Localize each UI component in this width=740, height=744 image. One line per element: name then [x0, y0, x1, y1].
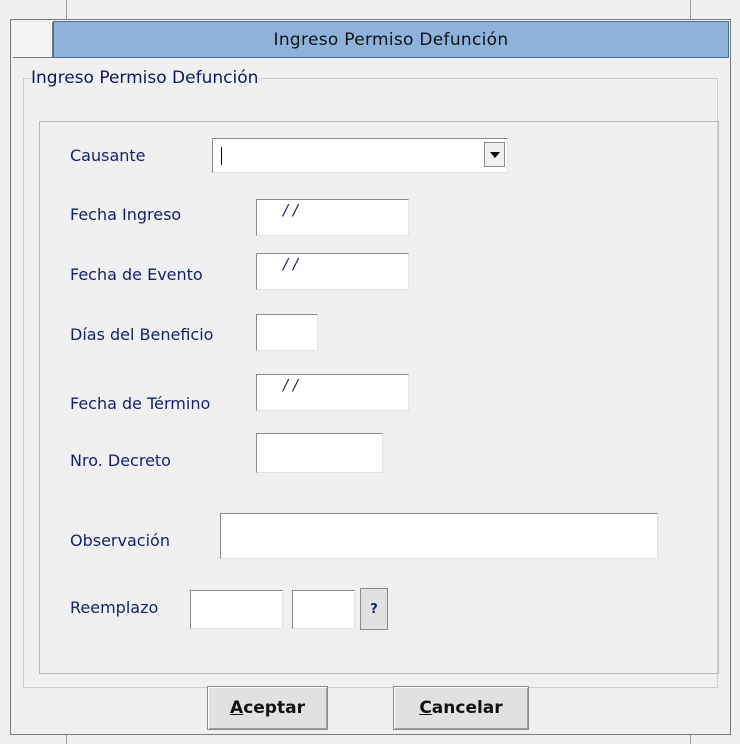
causante-combobox[interactable]: [212, 138, 508, 173]
fecha-evento-field[interactable]: / /: [256, 253, 409, 290]
titlebar-system-area[interactable]: [13, 22, 53, 58]
background-gridline: [690, 0, 691, 19]
reemplazo-field-2[interactable]: [292, 590, 355, 629]
dialog-window: Ingreso Permiso Defunción Ingreso Permis…: [10, 19, 731, 735]
chevron-down-icon: [489, 151, 500, 158]
fecha-ingreso-field[interactable]: / /: [256, 199, 409, 236]
aceptar-accelerator: A: [230, 698, 244, 718]
dias-beneficio-field[interactable]: [256, 314, 318, 351]
fecha-evento-label: Fecha de Evento: [70, 265, 203, 284]
text-cursor: [221, 147, 222, 165]
cancelar-accelerator: C: [419, 698, 432, 718]
group-title: Ingreso Permiso Defunción: [31, 68, 261, 88]
reemplazo-label: Reemplazo: [70, 598, 159, 617]
nro-decreto-field[interactable]: [256, 433, 383, 473]
causante-label: Causante: [70, 146, 146, 165]
fecha-ingreso-label: Fecha Ingreso: [70, 205, 182, 224]
cancelar-button[interactable]: Cancelar: [393, 686, 529, 730]
reemplazo-field-1[interactable]: [190, 590, 283, 629]
observacion-field[interactable]: [220, 513, 658, 559]
dias-beneficio-label: Días del Beneficio: [70, 325, 214, 344]
causante-dropdown-button[interactable]: [484, 142, 505, 167]
cancelar-label: ancelar: [431, 698, 503, 718]
fecha-termino-field[interactable]: / /: [256, 374, 409, 411]
aceptar-button[interactable]: Aceptar: [207, 686, 328, 730]
nro-decreto-label: Nro. Decreto: [70, 451, 171, 470]
observacion-label: Observación: [70, 531, 170, 550]
background-gridline: [690, 735, 691, 744]
background-gridline: [66, 0, 67, 19]
background-gridline: [66, 735, 67, 744]
reemplazo-lookup-button[interactable]: ?: [360, 588, 388, 630]
window-title: Ingreso Permiso Defunción: [53, 21, 729, 58]
fecha-termino-label: Fecha de Término: [70, 394, 211, 413]
aceptar-label: ceptar: [243, 698, 305, 718]
